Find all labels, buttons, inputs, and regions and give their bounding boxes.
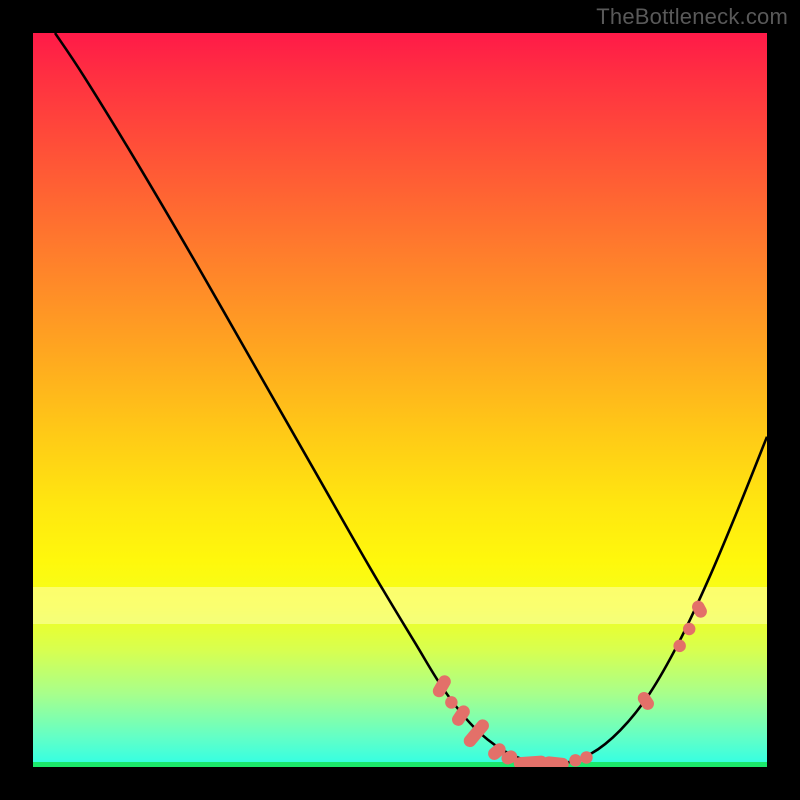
plot-area: [33, 33, 767, 767]
attribution-text: TheBottleneck.com: [596, 4, 788, 30]
curve-svg: [33, 33, 767, 767]
bottleneck-curve: [55, 33, 767, 764]
data-markers: [431, 598, 710, 767]
